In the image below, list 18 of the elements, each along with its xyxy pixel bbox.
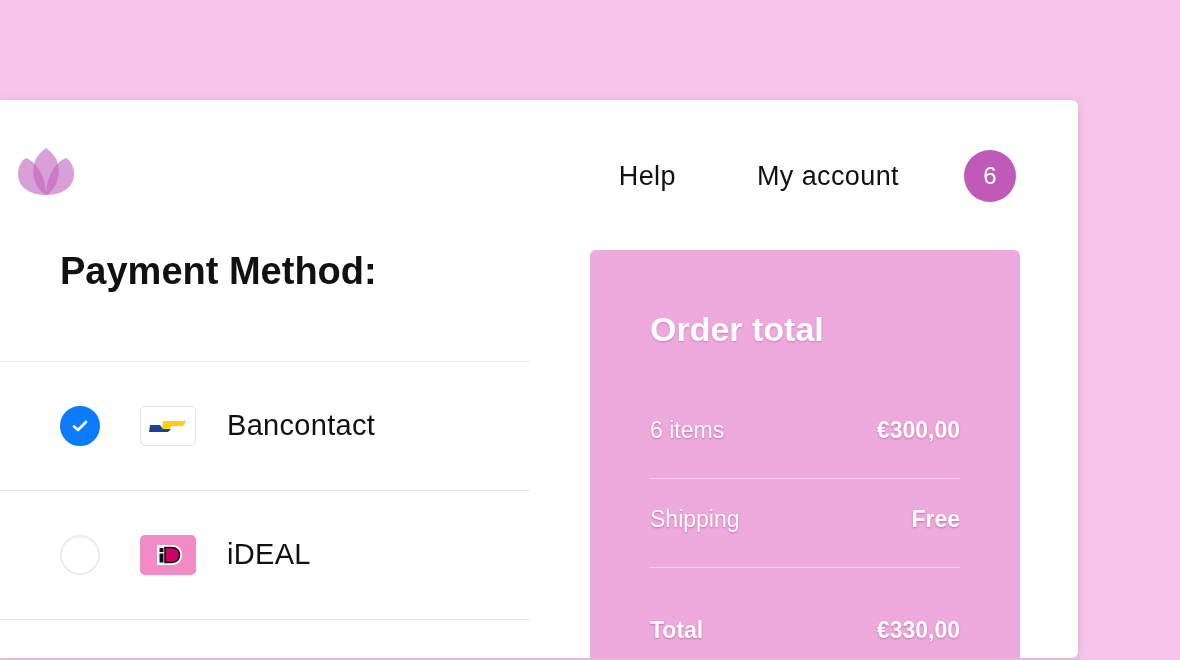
summary-label: Shipping: [650, 506, 740, 532]
check-icon: [72, 420, 88, 432]
radio-button[interactable]: [60, 406, 100, 446]
payment-logo-icon: [140, 535, 196, 575]
payment-method-label: iDEAL: [227, 537, 311, 573]
summary-label: 6 items: [650, 417, 725, 443]
lotus-logo-icon: [18, 148, 74, 195]
nav-link-text[interactable]: Help: [618, 150, 676, 202]
cart-count-badge[interactable]: 6: [964, 150, 1016, 202]
payment-logo-icon: [140, 406, 196, 446]
total-amount: €330,00: [876, 617, 960, 643]
payment-method-label: Bancontact: [227, 408, 376, 444]
summary-value: €300,00: [876, 417, 960, 443]
summary-value: Free: [911, 506, 960, 532]
nav-link-text[interactable]: My account: [756, 150, 899, 202]
total-label: Total: [650, 617, 704, 643]
order-total-title: Order total: [650, 310, 825, 348]
section-title: Payment Method:: [60, 249, 378, 294]
